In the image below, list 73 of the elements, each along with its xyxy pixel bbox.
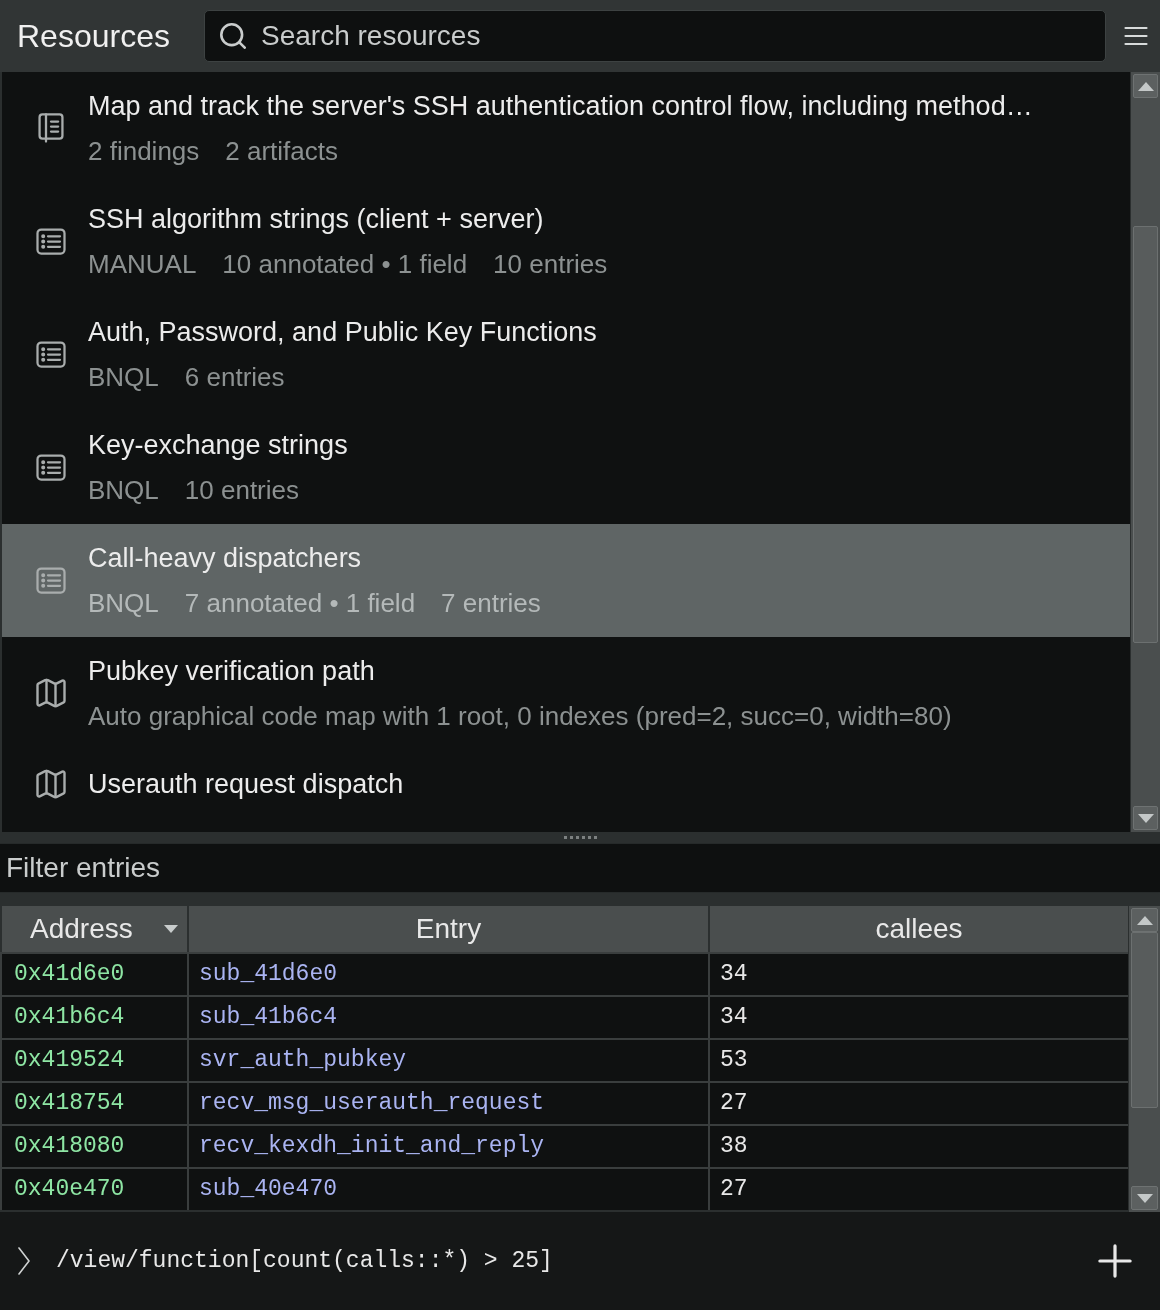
resource-title: SSH algorithm strings (client + server) — [88, 203, 545, 236]
down-arrow-icon — [1137, 813, 1154, 823]
column-header[interactable]: Address — [2, 906, 187, 952]
resource-meta: 2 artifacts — [225, 135, 339, 167]
entry-cell: svr_auth_pubkey — [189, 1040, 708, 1081]
callees-cell: 27 — [710, 1169, 1128, 1210]
up-arrow-icon — [1136, 915, 1153, 925]
scrollbar-track[interactable] — [1128, 906, 1160, 1212]
resource-title: Key-exchange strings — [88, 429, 348, 462]
scrollbar-track[interactable] — [1130, 72, 1160, 832]
scrollbar-thumb[interactable] — [1133, 226, 1158, 643]
resource-meta: 7 entries — [441, 587, 541, 619]
resource-meta: 10 entries — [184, 474, 299, 506]
resource-meta: BNQL — [88, 587, 159, 619]
column-header[interactable]: Entry — [189, 906, 708, 952]
plus-icon — [1098, 1244, 1132, 1278]
scroll-down-button[interactable] — [1133, 806, 1158, 830]
add-button[interactable] — [1098, 1244, 1132, 1278]
resource-title: Map and track the server's SSH authentication control flow, including method… — [88, 90, 1033, 123]
scroll-down-button[interactable] — [1131, 1186, 1158, 1210]
resource-meta: 7 annotated • 1 field — [184, 587, 416, 619]
list-icon — [36, 227, 66, 255]
menu-icon — [1124, 26, 1148, 46]
resource-meta: BNQL — [88, 474, 159, 506]
resource-title: Pubkey verification path — [88, 655, 376, 688]
filter-field[interactable]: Filter entries — [0, 843, 1160, 893]
chevron-right-icon — [18, 1247, 30, 1275]
panel-title: Resources — [17, 17, 171, 56]
callees-cell: 34 — [710, 954, 1128, 995]
resource-title: Call-heavy dispatchers — [88, 542, 363, 575]
list-icon — [36, 340, 66, 368]
callees-cell: 27 — [710, 1083, 1128, 1124]
resource-title: Auth, Password, and Public Key Functions — [88, 316, 597, 349]
address-cell: 0x41b6c4 — [2, 997, 187, 1038]
caret-down-icon — [164, 925, 178, 933]
search-icon — [220, 23, 246, 49]
resource-meta: 10 annotated • 1 field — [222, 248, 468, 280]
list-icon — [36, 566, 66, 594]
resource-meta: 6 entries — [184, 361, 285, 393]
down-arrow-icon — [1136, 1193, 1153, 1203]
callees-cell: 38 — [710, 1126, 1128, 1167]
query-field[interactable]: /view/function[count(calls::*) > 25] — [56, 1243, 553, 1279]
resource-meta: BNQL — [88, 361, 159, 393]
scroll-up-button[interactable] — [1133, 74, 1158, 98]
list-icon — [36, 453, 66, 481]
map-icon — [36, 678, 66, 708]
entry-cell: recv_msg_userauth_request — [189, 1083, 708, 1124]
entry-cell: sub_40e470 — [189, 1169, 708, 1210]
column-header[interactable]: callees — [710, 906, 1128, 952]
resource-meta: 10 entries — [493, 248, 608, 280]
address-cell: 0x40e470 — [2, 1169, 187, 1210]
entry-cell: sub_41b6c4 — [189, 997, 708, 1038]
callees-cell: 53 — [710, 1040, 1128, 1081]
scrollbar-thumb[interactable] — [1131, 932, 1158, 1108]
resource-meta: Auto graphical code map with 1 root, 0 indexes (pred=2, succ=0, width=80) — [88, 700, 952, 732]
notebook-icon — [38, 113, 64, 143]
resource-list-item[interactable]: Call-heavy dispatchers BNQL 7 annotated • 1 field 7 entries — [2, 524, 1130, 637]
address-cell: 0x419524 — [2, 1040, 187, 1081]
scroll-up-button[interactable] — [1131, 908, 1158, 932]
resource-meta: MANUAL — [88, 248, 197, 280]
callees-cell: 34 — [710, 997, 1128, 1038]
search-field[interactable]: Search resources — [204, 10, 1106, 62]
up-arrow-icon — [1137, 81, 1154, 91]
resize-grip-icon — [562, 836, 598, 839]
entry-cell: recv_kexdh_init_and_reply — [189, 1126, 708, 1167]
address-cell: 0x418080 — [2, 1126, 187, 1167]
menu-button[interactable] — [1124, 26, 1148, 46]
address-cell: 0x41d6e0 — [2, 954, 187, 995]
map-icon — [36, 769, 66, 799]
resource-meta: 2 findings — [88, 135, 200, 167]
resource-title: Userauth request dispatch — [88, 768, 404, 801]
entry-cell: sub_41d6e0 — [189, 954, 708, 995]
address-cell: 0x418754 — [2, 1083, 187, 1124]
